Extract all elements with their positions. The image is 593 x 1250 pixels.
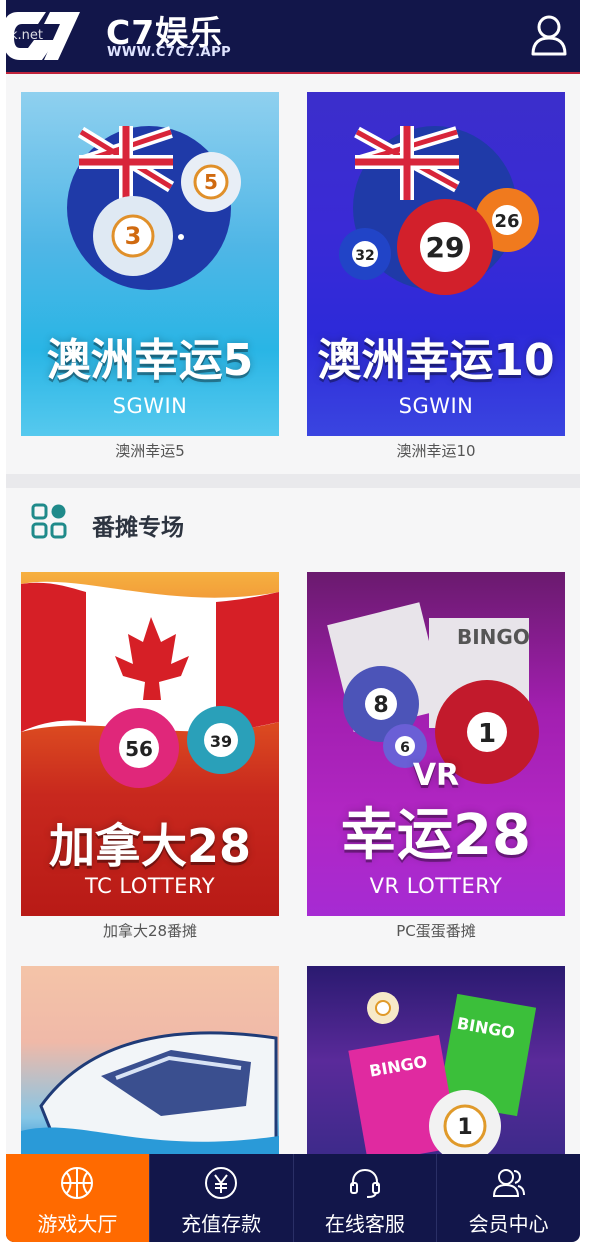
ball-number: 29 [426, 231, 465, 264]
game-provider: SGWIN [112, 394, 188, 418]
headset-icon [349, 1168, 380, 1198]
members-icon [492, 1169, 525, 1197]
basketball-icon [61, 1167, 94, 1199]
ball-number: 8 [373, 693, 388, 718]
watermark-text: k.net [10, 28, 43, 43]
tab-deposit[interactable]: 充值存款 [150, 1154, 294, 1242]
tab-online-support[interactable]: 在线客服 [294, 1154, 438, 1242]
game-caption[interactable]: 加拿大28番摊 [21, 920, 279, 941]
au-flag-globe: 26 29 32 [339, 126, 539, 295]
game-card-pcdd[interactable]: BINGO 8 1 6 VR 幸运28 VR LOTTERY PC蛋蛋番摊 [307, 572, 565, 941]
bingo-label: BINGO [457, 625, 530, 649]
game-card-au5[interactable]: 5 3 澳洲幸运5 SGWIN 澳洲幸运5 [21, 92, 279, 461]
tab-game-lobby[interactable]: 游戏大厅 [6, 1154, 150, 1242]
game-title-art: 加拿大28 [48, 819, 251, 873]
user-icon[interactable] [530, 14, 568, 56]
game-provider: VR LOTTERY [369, 874, 503, 898]
bingo-cards-art: BINGO BINGO 1 [348, 992, 537, 1156]
game-card-boat[interactable] [21, 966, 279, 1156]
ball-number: 1 [457, 1115, 472, 1140]
app-header: k.net C7娱乐 WWW.C7C7.APP [6, 0, 580, 74]
game-provider: SGWIN [398, 394, 474, 418]
game-thumbnail[interactable] [21, 966, 279, 1156]
tab-label: 会员中心 [468, 1212, 549, 1236]
game-title-art: 澳洲幸运5 [46, 335, 254, 386]
ball-number: 26 [494, 211, 519, 232]
ball-number: 3 [125, 222, 142, 250]
tab-label: 充值存款 [181, 1212, 262, 1236]
game-thumbnail[interactable]: 56 39 加拿大28 TC LOTTERY [21, 572, 279, 916]
app-frame: k.net C7娱乐 WWW.C7C7.APP 5 3 澳洲幸运5 SGWIN [6, 0, 580, 1242]
ball-number: 32 [355, 248, 374, 264]
game-badge: VR [412, 758, 460, 793]
game-caption[interactable]: 澳洲幸运10 [307, 440, 565, 461]
game-caption[interactable]: 澳洲幸运5 [21, 440, 279, 461]
grid-apps-icon [31, 503, 67, 539]
game-card-au10[interactable]: 26 29 32 澳洲幸运10 SGWIN 澳洲幸运10 [307, 92, 565, 461]
game-thumbnail[interactable]: BINGO BINGO 1 [307, 966, 565, 1156]
tab-member-center[interactable]: 会员中心 [437, 1154, 580, 1242]
game-provider: TC LOTTERY [84, 874, 216, 898]
game-card-bingo[interactable]: BINGO BINGO 1 [307, 966, 565, 1156]
au-flag-globe: 5 3 [67, 126, 241, 290]
tab-label: 在线客服 [324, 1212, 405, 1236]
brand-url: WWW.C7C7.APP [107, 45, 232, 60]
canada-flag-art: 56 39 [21, 581, 279, 788]
section-title: 番摊专场 [92, 515, 184, 541]
yen-coin-icon [205, 1167, 238, 1199]
speedboat-art [21, 1031, 279, 1156]
tab-label: 游戏大厅 [37, 1212, 118, 1236]
game-thumbnail[interactable]: 26 29 32 澳洲幸运10 SGWIN [307, 92, 565, 436]
bottom-tab-bar: 游戏大厅 充值存款 在线客服 会员中心 [6, 1154, 580, 1242]
game-card-canada28[interactable]: 56 39 加拿大28 TC LOTTERY 加拿大28番摊 [21, 572, 279, 941]
ball-number: 56 [125, 737, 153, 761]
game-title-art: 幸运28 [341, 803, 531, 868]
ball-number: 39 [210, 732, 232, 751]
game-title-art: 澳洲幸运10 [317, 335, 555, 386]
game-thumbnail[interactable]: 5 3 澳洲幸运5 SGWIN [21, 92, 279, 436]
section-divider [6, 474, 580, 488]
game-thumbnail[interactable]: BINGO 8 1 6 VR 幸运28 VR LOTTERY [307, 572, 565, 916]
ball-number: 5 [204, 170, 218, 194]
game-caption[interactable]: PC蛋蛋番摊 [307, 920, 565, 941]
ball-number: 1 [478, 719, 496, 749]
ball-number: 6 [400, 740, 410, 756]
